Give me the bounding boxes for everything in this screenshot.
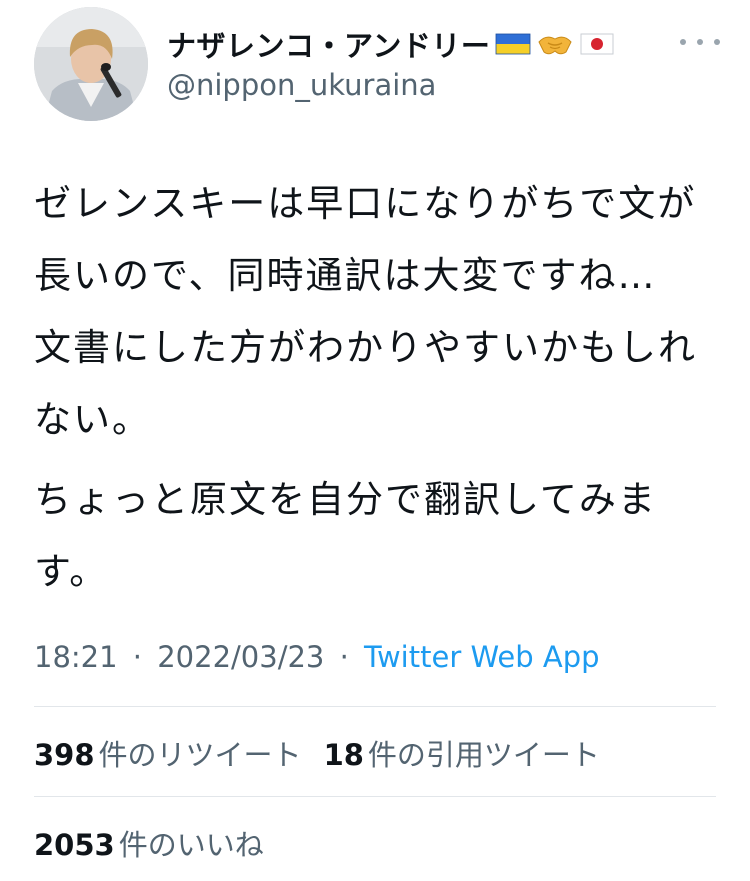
stats-row-retweets: 398 件のリツイート 18 件の引用ツイート (34, 732, 622, 774)
tweet-paragraph: ちょっと原文を自分で翻訳してみます。 (34, 478, 657, 593)
quotes-stat[interactable]: 18 件の引用ツイート (324, 732, 600, 774)
tweet-source-link[interactable]: Twitter Web App (364, 640, 600, 674)
meta-separator: · (339, 640, 349, 674)
tweet-meta: 18:21 · 2022/03/23 · Twitter Web App (34, 640, 600, 674)
meta-separator: · (132, 640, 143, 674)
tweet-detail: ナザレンコ・アンドリー @nippon_ukuraina ゼレンスキーは早口にな… (0, 0, 750, 881)
tweet-time[interactable]: 18:21 (34, 640, 118, 674)
divider (34, 706, 716, 707)
japan-flag-icon (578, 30, 616, 58)
like-label: 件のいいね (118, 828, 264, 862)
retweet-label: 件のリツイート (98, 738, 302, 772)
dot-icon (680, 39, 686, 45)
tweet-date[interactable]: 2022/03/23 (157, 640, 324, 674)
more-options-button[interactable] (680, 30, 720, 54)
handshake-icon (536, 30, 574, 58)
likes-stat[interactable]: 2053 件のいいね (34, 822, 264, 864)
quote-count: 18 (323, 738, 364, 772)
retweet-count: 398 (34, 738, 95, 772)
retweets-stat[interactable]: 398 件のリツイート (34, 732, 302, 774)
author-name-row[interactable]: ナザレンコ・アンドリー (167, 24, 616, 64)
ukraine-flag-icon (494, 30, 532, 58)
stats-row-likes: 2053 件のいいね (34, 822, 286, 864)
dot-icon (697, 39, 703, 45)
quote-label: 件の引用ツイート (367, 738, 600, 772)
tweet-body: ゼレンスキーは早口になりがちで文が長いので、同時通訳は大変ですね… 文書にした方… (34, 168, 714, 616)
avatar[interactable] (34, 7, 148, 121)
author-handle[interactable]: @nippon_ukuraina (167, 68, 436, 102)
dot-icon (714, 39, 720, 45)
like-count: 2053 (34, 828, 115, 862)
tweet-paragraph: ゼレンスキーは早口になりがちで文が長いので、同時通訳は大変ですね… 文書にした方… (34, 182, 697, 441)
divider (34, 796, 716, 797)
author-display-name[interactable]: ナザレンコ・アンドリー (167, 23, 490, 65)
